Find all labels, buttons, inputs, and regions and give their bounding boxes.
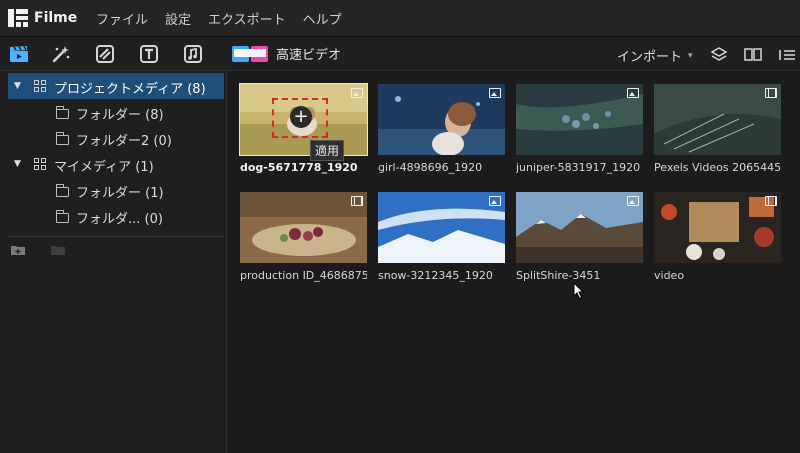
media-thumbnail[interactable]	[516, 84, 643, 155]
juniper-thumbnail-image	[516, 84, 643, 155]
folder-icon	[56, 184, 69, 197]
media-filename: juniper-5831917_1920	[516, 161, 641, 174]
folder-icon	[56, 106, 69, 119]
folder-icon	[56, 132, 69, 145]
tree-item-label: フォルダー (1)	[76, 186, 164, 201]
folder-icon	[56, 210, 69, 223]
pexels-video-thumbnail-image	[654, 84, 781, 155]
splitshire-thumbnail-image	[516, 192, 643, 263]
media-tile[interactable]: Pexels Videos 2065445	[654, 84, 781, 174]
menu-settings[interactable]: 設定	[165, 9, 191, 28]
media-tile[interactable]: + dog-5671778_1920	[239, 83, 368, 174]
media-thumbnail[interactable]	[654, 192, 781, 263]
media-library-sidebar: ▼ プロジェクトメディア (8) フォルダー (8) フォルダー2 (0) ▼ …	[0, 71, 227, 453]
new-folder-icon[interactable]	[11, 244, 25, 255]
app-name: Filme	[34, 10, 78, 26]
tree-item-label: プロジェクトメディア (8)	[54, 82, 206, 97]
apply-tooltip: 適用	[310, 140, 345, 161]
image-type-icon	[627, 196, 639, 206]
mouse-cursor-icon	[573, 282, 585, 300]
sparkle-wand-icon[interactable]	[50, 43, 72, 65]
layers-icon[interactable]	[708, 44, 730, 66]
video-thumbnail-image	[654, 192, 781, 263]
app-logo: Filme	[8, 9, 84, 27]
music-note-icon[interactable]	[182, 43, 204, 65]
media-toolbar: 高速ビデオ インポート ▾	[0, 37, 800, 71]
girl-thumbnail-image	[378, 84, 505, 155]
media-thumbnail[interactable]	[378, 192, 505, 263]
menu-bar: Filme ファイル 設定 エクスポート ヘルプ	[0, 0, 800, 37]
snow-thumbnail-image	[378, 192, 505, 263]
media-thumbnail[interactable]	[516, 192, 643, 263]
tree-item-label: フォルダー (8)	[76, 108, 164, 123]
media-filename: girl-4898696_1920	[378, 161, 483, 174]
media-filename: video	[654, 269, 685, 282]
add-to-timeline-button[interactable]: +	[290, 106, 312, 128]
media-grid: + dog-5671778_1920 girl-4898696_1920 jun…	[228, 71, 800, 453]
caret-expanded-icon[interactable]: ▼	[14, 159, 21, 169]
list-menu-icon[interactable]	[776, 44, 798, 66]
speed-video-label: 高速ビデオ	[276, 48, 342, 63]
tree-item-label: フォルダ... (0)	[76, 212, 163, 227]
video-type-icon	[765, 88, 777, 98]
tree-item-label: フォルダー2 (0)	[76, 134, 172, 149]
media-filename: Pexels Videos 2065445	[654, 161, 781, 174]
media-thumbnail[interactable]	[240, 192, 367, 263]
grid-icon	[34, 158, 46, 170]
tree-item-folder-2[interactable]: フォルダー2 (0)	[0, 125, 226, 151]
media-filename: dog-5671778_1920	[240, 161, 358, 174]
speed-video-button[interactable]: 高速ビデオ	[232, 44, 341, 63]
media-thumbnail[interactable]	[654, 84, 781, 155]
tree-item-my-folder-1[interactable]: フォルダー (1)	[0, 177, 226, 203]
tree-item-folder-1[interactable]: フォルダー (8)	[0, 99, 226, 125]
media-filename: snow-3212345_1920	[378, 269, 493, 282]
text-t-icon[interactable]	[138, 43, 160, 65]
media-tile[interactable]: snow-3212345_1920	[378, 192, 505, 282]
media-tile[interactable]: girl-4898696_1920	[378, 84, 505, 174]
video-type-icon	[765, 196, 777, 206]
grid-view-icon[interactable]	[742, 44, 764, 66]
tree-item-my-media[interactable]: ▼ マイメディア (1)	[0, 151, 226, 177]
image-type-icon	[489, 88, 501, 98]
menu-export[interactable]: エクスポート	[208, 9, 286, 28]
image-type-icon	[627, 88, 639, 98]
caret-expanded-icon[interactable]: ▼	[14, 81, 21, 91]
import-label: インポート	[617, 50, 683, 65]
speed-video-icon	[232, 45, 268, 62]
transition-icon[interactable]	[94, 43, 116, 65]
media-thumbnail[interactable]: +	[239, 83, 368, 156]
media-filename: production ID_4686875	[240, 269, 367, 282]
media-tile[interactable]: SplitShire-3451	[516, 192, 643, 282]
media-thumbnail[interactable]	[378, 84, 505, 155]
grid-icon	[34, 80, 46, 92]
tree-item-my-folder-2[interactable]: フォルダ... (0)	[0, 203, 226, 229]
menu-help[interactable]: ヘルプ	[303, 9, 342, 28]
video-type-icon	[351, 196, 363, 206]
sidebar-divider	[8, 236, 224, 237]
folder-disabled-icon	[51, 246, 65, 255]
tree-item-project-media[interactable]: ▼ プロジェクトメディア (8)	[8, 73, 224, 99]
tree-item-label: マイメディア (1)	[54, 160, 154, 175]
image-type-icon	[351, 88, 363, 98]
menu-file[interactable]: ファイル	[96, 9, 148, 28]
media-tile[interactable]: video	[654, 192, 781, 282]
image-type-icon	[489, 196, 501, 206]
import-dropdown[interactable]: インポート ▾	[617, 46, 693, 65]
filme-logo-icon	[8, 9, 28, 27]
production-video-thumbnail-image	[240, 192, 367, 263]
media-filename: SplitShire-3451	[516, 269, 601, 282]
chevron-down-icon: ▾	[688, 50, 693, 61]
media-tile[interactable]: production ID_4686875	[240, 192, 367, 282]
clapper-icon[interactable]	[8, 43, 30, 65]
media-tile[interactable]: juniper-5831917_1920	[516, 84, 643, 174]
